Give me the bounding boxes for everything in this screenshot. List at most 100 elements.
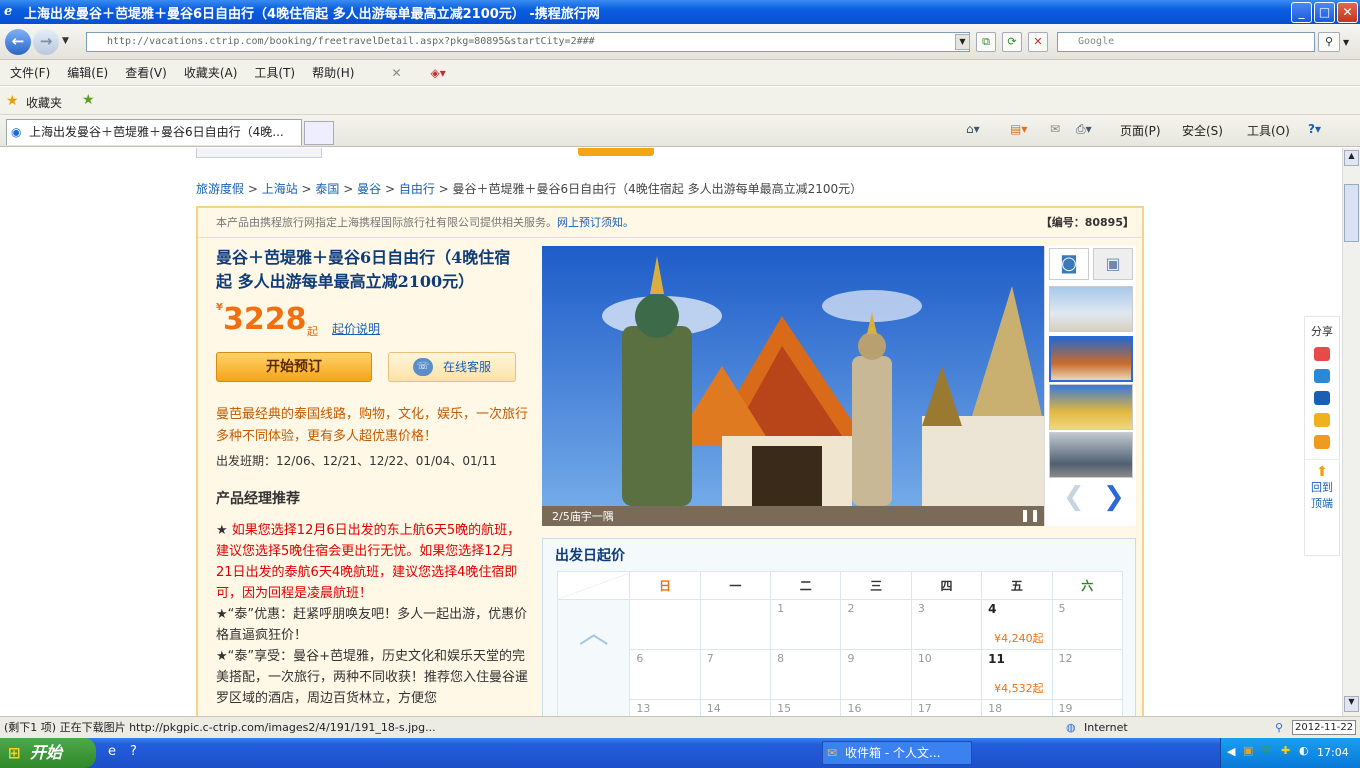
thumb-prev-icon[interactable]: ❮ xyxy=(1063,482,1085,512)
crumb-bangkok[interactable]: 曼谷 xyxy=(357,182,381,196)
menu-bar: 文件(F) 编辑(E) 查看(V) 收藏夹(A) 工具(T) 帮助(H) ✕ ◈… xyxy=(0,60,1360,86)
tray-volume-icon[interactable]: ◐ xyxy=(1299,744,1309,757)
stop-icon[interactable]: ✕ xyxy=(1028,32,1048,52)
close-button[interactable]: ✕ xyxy=(1337,2,1358,23)
tray-arrow-icon[interactable]: ◀ xyxy=(1227,745,1235,758)
history-dropdown-icon[interactable]: ▼ xyxy=(62,36,69,46)
calendar-day[interactable]: 5 xyxy=(1051,599,1124,650)
scroll-up-icon[interactable]: ▲ xyxy=(1344,150,1359,166)
crumb-thailand[interactable]: 泰国 xyxy=(315,182,339,196)
quicklaunch-help-icon[interactable]: ? xyxy=(130,744,137,759)
calendar-day[interactable]: 13 xyxy=(629,699,701,716)
safety-menu[interactable]: 安全(S) xyxy=(1182,122,1223,139)
home-icon[interactable]: ⌂▾ xyxy=(966,122,980,136)
calendar-heading: 出发日起价 xyxy=(555,548,625,564)
menu-view[interactable]: 查看(V) xyxy=(125,64,167,81)
crumb-vacation[interactable]: 旅游度假 xyxy=(196,182,244,196)
quicklaunch-ie-icon[interactable]: e xyxy=(108,744,116,759)
nav-active-tab[interactable] xyxy=(578,148,654,156)
calendar-day[interactable]: 10 xyxy=(910,649,983,700)
thumbnail-4[interactable] xyxy=(1049,432,1133,478)
refresh-icon[interactable]: ⟳ xyxy=(1002,32,1022,52)
menu-favorites[interactable]: 收藏夹(A) xyxy=(184,64,238,81)
tab-current[interactable]: ◉ 上海出发曼谷＋芭堤雅＋曼谷6日自由行（4晚... xyxy=(6,119,302,145)
weibo-icon[interactable] xyxy=(1314,347,1330,361)
pause-icon[interactable]: ❚❚ xyxy=(1020,508,1040,522)
calendar-day[interactable]: 2 xyxy=(840,599,912,650)
maximize-button[interactable]: □ xyxy=(1314,2,1335,23)
crumb-freetravel[interactable]: 自由行 xyxy=(399,182,435,196)
help-icon[interactable]: ?▾ xyxy=(1308,122,1321,136)
back-to-top-link[interactable]: 回到顶端 xyxy=(1309,480,1335,512)
calendar-day-available[interactable]: 11 ¥4,532起 xyxy=(981,649,1053,700)
thumbnail-2[interactable] xyxy=(1049,336,1133,382)
crumb-shanghai[interactable]: 上海站 xyxy=(262,182,298,196)
favorites-label[interactable]: 收藏夹 xyxy=(26,94,62,111)
menu-file[interactable]: 文件(F) xyxy=(10,64,50,81)
scroll-down-icon[interactable]: ▼ xyxy=(1344,696,1359,712)
calendar-day[interactable]: 7 xyxy=(699,649,772,700)
search-input[interactable]: Google xyxy=(1057,32,1315,52)
calendar-day[interactable]: 6 xyxy=(629,649,701,700)
thumbnail-3[interactable] xyxy=(1049,384,1133,430)
calendar-day[interactable]: 14 xyxy=(699,699,772,716)
calendar-day[interactable]: 16 xyxy=(840,699,912,716)
feeds-icon[interactable]: ▤▾ xyxy=(1010,122,1027,136)
photo-tab-icon[interactable]: ◙ xyxy=(1049,248,1089,280)
calendar-day[interactable]: 19 xyxy=(1051,699,1124,716)
url-input[interactable]: http://vacations.ctrip.com/booking/freet… xyxy=(86,32,970,52)
qzone-icon[interactable] xyxy=(1314,369,1330,383)
tray-app-icon[interactable]: ▣ xyxy=(1243,744,1253,757)
renren-icon[interactable] xyxy=(1314,391,1330,405)
menu-help[interactable]: 帮助(H) xyxy=(312,64,354,81)
search-icon[interactable]: ⚲ xyxy=(1318,32,1340,52)
video-tab-icon[interactable]: ▣ xyxy=(1093,248,1133,280)
online-service-button[interactable]: ☏ 在线客服 xyxy=(388,352,516,382)
print-icon[interactable]: ⎙▾ xyxy=(1076,122,1092,137)
back-button[interactable]: ← xyxy=(5,29,31,55)
calendar-day[interactable]: 12 xyxy=(1051,649,1124,700)
calendar-day[interactable]: 18 xyxy=(981,699,1053,716)
thumb-next-icon[interactable]: ❯ xyxy=(1103,482,1125,512)
back-to-top-icon[interactable]: ⬆ xyxy=(1305,464,1339,480)
menu-edit[interactable]: 编辑(E) xyxy=(67,64,108,81)
url-dropdown-icon[interactable]: ▼ xyxy=(955,34,970,50)
calendar-day[interactable]: 9 xyxy=(840,649,912,700)
start-button[interactable]: ⊞ 开始 xyxy=(0,738,96,768)
add-favorite-icon[interactable]: ★ xyxy=(82,92,95,108)
temple-photo[interactable]: ❚❚ xyxy=(542,246,1044,526)
tools-menu[interactable]: 工具(O) xyxy=(1247,122,1290,139)
scroll-thumb[interactable] xyxy=(1344,184,1359,242)
close-toolbar-icon[interactable]: ✕ xyxy=(391,66,401,80)
calendar-up-icon[interactable]: ︿ xyxy=(564,608,623,652)
booking-notice-link[interactable]: 网上预订须知。 xyxy=(557,216,634,229)
email-share-icon[interactable] xyxy=(1314,435,1330,449)
tray-shield-icon[interactable]: ⛨ xyxy=(1261,744,1269,758)
price-explain-link[interactable]: 起价说明 xyxy=(332,320,380,337)
search-options-icon[interactable]: ▼ xyxy=(1343,38,1349,47)
book-button[interactable]: 开始预订 xyxy=(216,352,372,382)
menu-tools[interactable]: 工具(T) xyxy=(254,64,295,81)
calendar-day[interactable]: 15 xyxy=(770,699,842,716)
new-tab-button[interactable] xyxy=(304,121,334,145)
page-menu[interactable]: 页面(P) xyxy=(1120,122,1161,139)
calendar-day[interactable]: 17 xyxy=(910,699,983,716)
calendar-day[interactable]: 1 xyxy=(770,599,842,650)
calendar-day-available[interactable]: 4 ¥4,240起 xyxy=(981,599,1053,650)
clock[interactable]: 17:04 xyxy=(1317,746,1349,759)
tray-network-icon[interactable]: ✚ xyxy=(1281,744,1290,757)
thumbnail-1[interactable] xyxy=(1049,286,1133,332)
calendar-day[interactable]: 3 xyxy=(910,599,983,650)
taskbar-item-mail[interactable]: ✉ 收件箱 - 个人文... xyxy=(822,741,972,765)
compat-view-icon[interactable]: ⧉ xyxy=(976,32,996,52)
favorites-star-icon[interactable]: ★ xyxy=(6,93,19,109)
mail-icon[interactable]: ✉ xyxy=(1050,122,1060,136)
calendar-day[interactable]: 8 xyxy=(770,649,842,700)
nav-tab-fragment[interactable] xyxy=(196,148,322,158)
translate-icon[interactable]: ◈▾ xyxy=(431,66,446,80)
vertical-scrollbar[interactable]: ▲ ▼ xyxy=(1342,148,1360,716)
minimize-button[interactable]: _ xyxy=(1291,2,1312,23)
kaixin-icon[interactable] xyxy=(1314,413,1330,427)
zoom-icon[interactable]: ⚲ xyxy=(1275,717,1283,739)
forward-button[interactable]: → xyxy=(33,29,59,55)
